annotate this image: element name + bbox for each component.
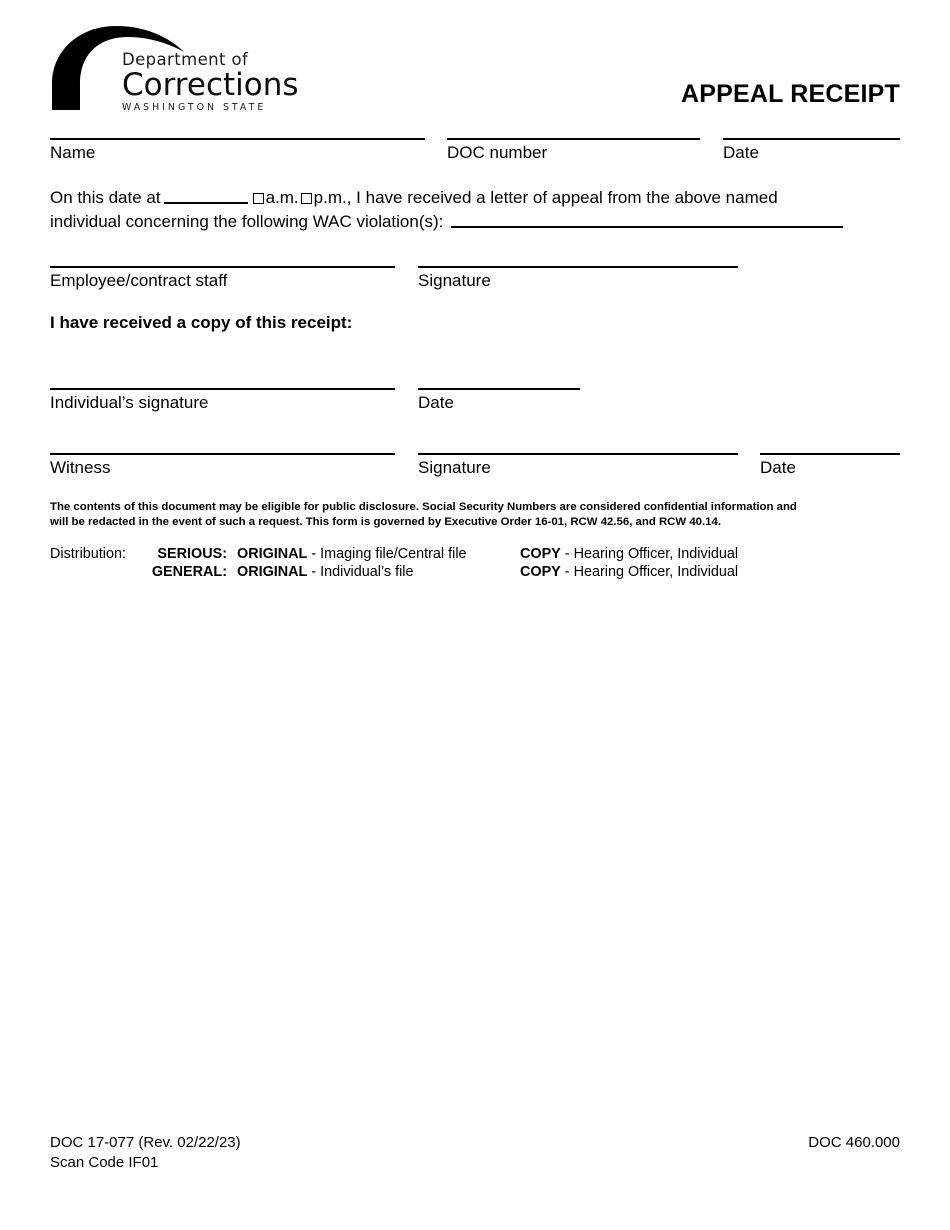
distribution-block: Distribution: SERIOUS: ORIGINAL - Imagin… (50, 545, 900, 581)
distribution-row: GENERAL: ORIGINAL - Individual’s file CO… (50, 563, 900, 581)
statement-segment-1: On this date at (50, 188, 161, 207)
field-witness: Witness (50, 453, 395, 480)
field-date-top-label: Date (723, 143, 759, 162)
field-witness-date-label: Date (760, 458, 796, 477)
field-employee-staff-label: Employee/contract staff (50, 271, 228, 290)
field-individual-signature-label: Individual’s signature (50, 393, 209, 412)
original-keyword: ORIGINAL (237, 546, 308, 562)
field-doc-number-label: DOC number (447, 143, 548, 162)
acknowledgement-heading: I have received a copy of this receipt: (50, 313, 353, 332)
copy-keyword: COPY (520, 546, 561, 562)
copy-destination: - Hearing Officer, Individual (560, 546, 739, 562)
field-employee-staff: Employee/contract staff (50, 266, 395, 293)
disclosure-line-1: The contents of this document may be eli… (50, 501, 797, 513)
field-name-label: Name (50, 143, 96, 162)
time-blank-input[interactable] (163, 189, 248, 204)
am-label: a.m. (265, 188, 299, 207)
field-individual-signature: Individual’s signature (50, 388, 395, 415)
distribution-row: Distribution: SERIOUS: ORIGINAL - Imagin… (50, 545, 900, 563)
copy-destination: - Hearing Officer, Individual (560, 564, 739, 580)
page-header: Department of Corrections WASHINGTON STA… (50, 22, 900, 117)
agency-logo-wordmark: Department of Corrections WASHINGTON STA… (122, 51, 312, 114)
scan-code: Scan Code IF01 (50, 1154, 159, 1171)
field-name: Name (50, 138, 425, 165)
page-title: APPEAL RECEIPT (680, 80, 900, 108)
agency-logo: Department of Corrections WASHINGTON STA… (50, 22, 310, 114)
logo-line-state: WASHINGTON STATE (122, 102, 267, 114)
field-witness-signature: Signature (418, 453, 738, 480)
field-witness-signature-label: Signature (418, 458, 491, 477)
footer-form-info: DOC 17-077 (Rev. 02/22/23) Scan Code IF0… (50, 1133, 241, 1173)
receipt-statement: On this date at a.m. p.m., I have received… (50, 186, 900, 234)
statement-segment-2: I have received a letter of appeal from … (356, 188, 778, 207)
copy-keyword: COPY (520, 564, 561, 580)
distribution-type-general: GENERAL: (151, 564, 227, 580)
field-individual-date-label: Date (418, 393, 454, 412)
pm-checkbox[interactable] (300, 193, 312, 204)
original-destination: - Imaging file/Central file (307, 546, 467, 562)
field-date-top: Date (723, 138, 900, 165)
pm-label: p.m., (313, 188, 352, 207)
original-keyword: ORIGINAL (237, 564, 308, 580)
receipt-statement-line2: individual concerning the following WAC … (50, 210, 900, 234)
distribution-copy-serious: COPY - Hearing Officer, Individual (520, 545, 738, 563)
field-witness-label: Witness (50, 458, 111, 477)
field-employee-signature-label: Signature (418, 271, 491, 290)
wac-violation-label: individual concerning the following WAC … (50, 212, 444, 231)
field-doc-number: DOC number (447, 138, 700, 165)
distribution-label: Distribution: (50, 546, 126, 562)
distribution-copy-general: COPY - Hearing Officer, Individual (520, 563, 738, 581)
field-witness-date: Date (760, 453, 900, 480)
wac-violation-input[interactable] (451, 213, 844, 228)
original-destination: - Individual’s file (307, 564, 414, 580)
form-number: DOC 17-077 (Rev. 02/22/23) (50, 1134, 241, 1151)
public-disclosure-notice: The contents of this document may be eli… (50, 500, 902, 529)
logo-line-corrections: Corrections (122, 66, 299, 103)
distribution-original-general: ORIGINAL - Individual’s file (237, 563, 413, 581)
form-page: Department of Corrections WASHINGTON STA… (0, 0, 950, 1230)
footer-policy-number: DOC 460.000 (808, 1134, 900, 1151)
field-employee-signature: Signature (418, 266, 738, 293)
am-checkbox[interactable] (252, 193, 264, 204)
field-individual-date: Date (418, 388, 580, 415)
receipt-statement-line1: On this date at a.m. p.m., I have received… (50, 186, 900, 210)
disclosure-line-2: will be redacted in the event of such a … (50, 515, 721, 528)
distribution-original-serious: ORIGINAL - Imaging file/Central file (237, 545, 467, 563)
distribution-type-serious: SERIOUS: (157, 546, 227, 562)
